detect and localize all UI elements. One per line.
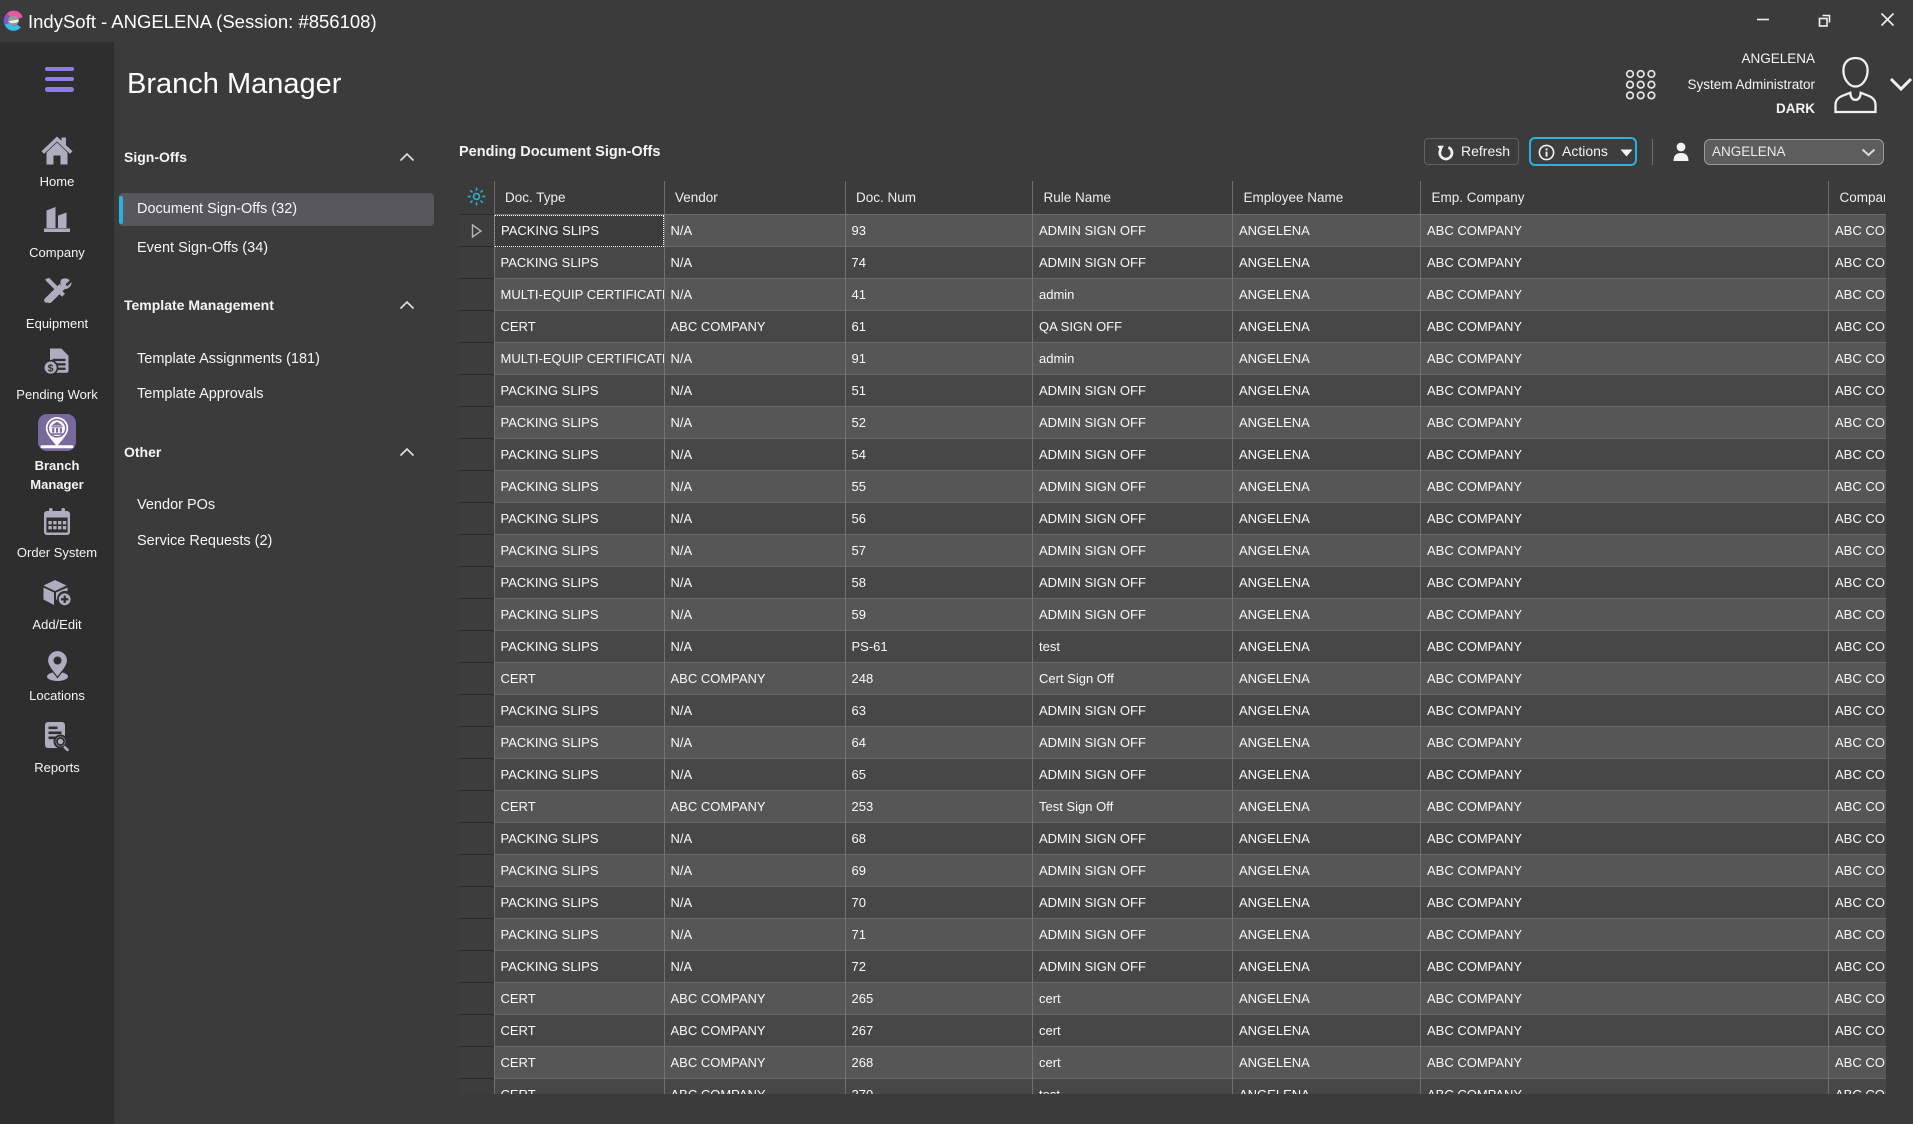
svg-text:$: $ bbox=[47, 363, 53, 375]
